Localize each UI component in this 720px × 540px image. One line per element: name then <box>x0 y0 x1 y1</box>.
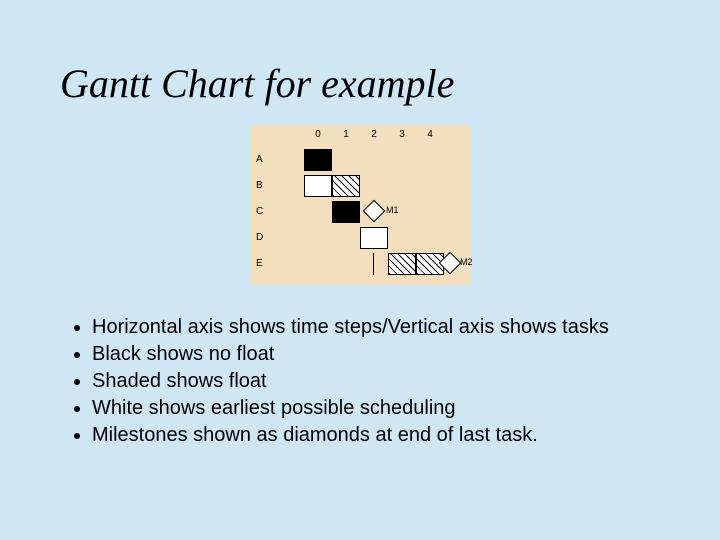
task-label: B <box>256 175 263 201</box>
milestone-label: M2 <box>460 257 473 267</box>
row-e: M2 <box>304 251 444 277</box>
task-axis: A B C D E <box>256 149 263 279</box>
time-tick: 0 <box>304 129 332 140</box>
bar-white <box>304 175 332 197</box>
task-label: A <box>256 149 263 175</box>
gantt-grid: M1 M2 <box>304 147 444 277</box>
gantt-chart: 0 1 2 3 4 A B C D E M1 <box>250 125 470 285</box>
milestone-label: M1 <box>386 205 399 215</box>
cell-empty <box>304 227 332 249</box>
slide: Gantt Chart for example 0 1 2 3 4 A B C … <box>0 0 720 540</box>
bar-hatch <box>388 253 416 275</box>
bullet-list: Horizontal axis shows time steps/Vertica… <box>70 315 660 448</box>
bullet-item: White shows earliest possible scheduling <box>92 396 660 421</box>
cell-empty <box>332 227 360 249</box>
time-tick: 3 <box>388 129 416 140</box>
row-b <box>304 173 444 199</box>
milestone-diamond-icon <box>363 200 386 223</box>
bar-black <box>332 201 360 223</box>
time-tick: 4 <box>416 129 444 140</box>
row-c: M1 <box>304 199 444 225</box>
bullet-item: Shaded shows float <box>92 369 660 394</box>
task-label: E <box>256 253 263 279</box>
cell-empty <box>304 201 332 223</box>
slide-title: Gantt Chart for example <box>60 60 660 107</box>
bullet-item: Black shows no float <box>92 342 660 367</box>
cell-empty <box>332 253 360 275</box>
gap-line-icon <box>373 253 375 275</box>
row-a <box>304 147 444 173</box>
bar-hatch <box>332 175 360 197</box>
cell-gap <box>360 253 388 275</box>
time-tick: 1 <box>332 129 360 140</box>
bullet-item: Horizontal axis shows time steps/Vertica… <box>92 315 660 340</box>
time-axis: 0 1 2 3 4 <box>304 129 444 140</box>
task-label: D <box>256 227 263 253</box>
time-tick: 2 <box>360 129 388 140</box>
row-d <box>304 225 444 251</box>
task-label: C <box>256 201 263 227</box>
bar-white <box>360 227 388 249</box>
bullet-item: Milestones shown as diamonds at end of l… <box>92 423 660 448</box>
cell-empty <box>304 253 332 275</box>
bar-black <box>304 149 332 171</box>
